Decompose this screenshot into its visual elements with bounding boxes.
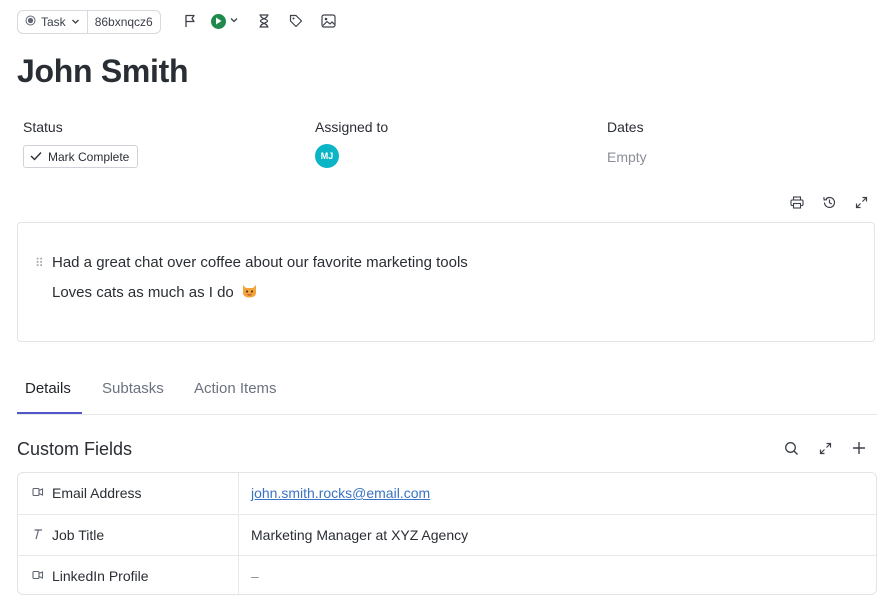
link-icon xyxy=(32,568,44,584)
chevron-down-icon xyxy=(229,12,239,30)
custom-field-name-cell: Job Title xyxy=(18,515,239,555)
tab-subtasks[interactable]: Subtasks xyxy=(102,380,164,397)
dates-value[interactable]: Empty xyxy=(607,149,647,165)
description-line-2-row: Loves cats as much as I do xyxy=(52,282,258,302)
description-editor[interactable]: ⠿ Had a great chat over coffee about our… xyxy=(17,222,875,342)
tab-details[interactable]: Details xyxy=(25,380,71,397)
assignee-avatar[interactable]: MJ xyxy=(315,144,339,168)
mark-complete-label: Mark Complete xyxy=(48,149,130,164)
task-type-selector[interactable]: Task xyxy=(18,11,87,33)
flag-icon[interactable] xyxy=(181,12,199,30)
chevron-down-icon xyxy=(71,15,80,29)
job-title-value[interactable]: Marketing Manager at XYZ Agency xyxy=(239,527,468,543)
email-value-link[interactable]: john.smith.rocks@email.com xyxy=(239,485,430,501)
custom-field-name-cell: Email Address xyxy=(18,473,239,513)
email-icon xyxy=(32,485,44,501)
custom-field-name: Email Address xyxy=(52,485,142,501)
custom-fields-table: Email Address john.smith.rocks@email.com… xyxy=(17,472,877,595)
tab-action-items[interactable]: Action Items xyxy=(194,380,277,397)
assigned-to-label: Assigned to xyxy=(315,119,389,135)
tabs-divider xyxy=(17,414,877,415)
play-icon xyxy=(211,13,226,29)
task-type-label: Task xyxy=(41,15,66,29)
search-icon[interactable] xyxy=(782,439,800,457)
hourglass-icon[interactable] xyxy=(255,12,273,30)
expand-icon[interactable] xyxy=(816,439,834,457)
description-line-1: Had a great chat over coffee about our f… xyxy=(52,254,468,271)
start-timer-button[interactable] xyxy=(211,12,239,30)
add-field-icon[interactable] xyxy=(850,439,868,457)
task-type-radio-icon xyxy=(25,15,36,29)
task-type-pill: Task 86bxnqcz6 xyxy=(17,10,161,34)
custom-field-name: LinkedIn Profile xyxy=(52,568,149,584)
description-line-2: Loves cats as much as I do xyxy=(52,283,234,301)
checkmark-icon xyxy=(30,150,42,164)
custom-field-name: Job Title xyxy=(52,527,105,543)
status-label: Status xyxy=(23,119,63,135)
cat-face-icon xyxy=(241,282,258,302)
image-icon[interactable] xyxy=(319,12,337,30)
task-title[interactable]: John Smith xyxy=(17,53,189,90)
dates-label: Dates xyxy=(607,119,644,135)
custom-fields-title: Custom Fields xyxy=(17,439,133,459)
mark-complete-button[interactable]: Mark Complete xyxy=(23,145,139,168)
custom-field-row-linkedin: LinkedIn Profile – xyxy=(18,555,876,594)
task-id[interactable]: 86bxnqcz6 xyxy=(86,11,160,33)
custom-field-name-cell: LinkedIn Profile xyxy=(18,556,239,594)
linkedin-value[interactable]: – xyxy=(239,568,259,584)
expand-icon[interactable] xyxy=(852,193,870,211)
task-id-label: 86bxnqcz6 xyxy=(94,15,153,29)
drag-handle-icon[interactable]: ⠿ xyxy=(35,256,44,270)
history-icon[interactable] xyxy=(820,193,838,211)
text-icon xyxy=(32,527,44,543)
print-icon[interactable] xyxy=(788,193,806,211)
active-tab-indicator xyxy=(17,412,82,414)
custom-field-row-job-title: Job Title Marketing Manager at XYZ Agenc… xyxy=(18,514,876,555)
custom-field-row-email: Email Address john.smith.rocks@email.com xyxy=(18,473,876,513)
tag-icon[interactable] xyxy=(287,12,305,30)
